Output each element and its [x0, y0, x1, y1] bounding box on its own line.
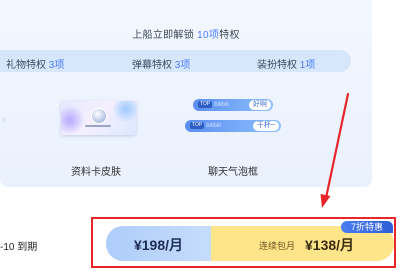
annotation-arrow-icon — [320, 92, 350, 208]
